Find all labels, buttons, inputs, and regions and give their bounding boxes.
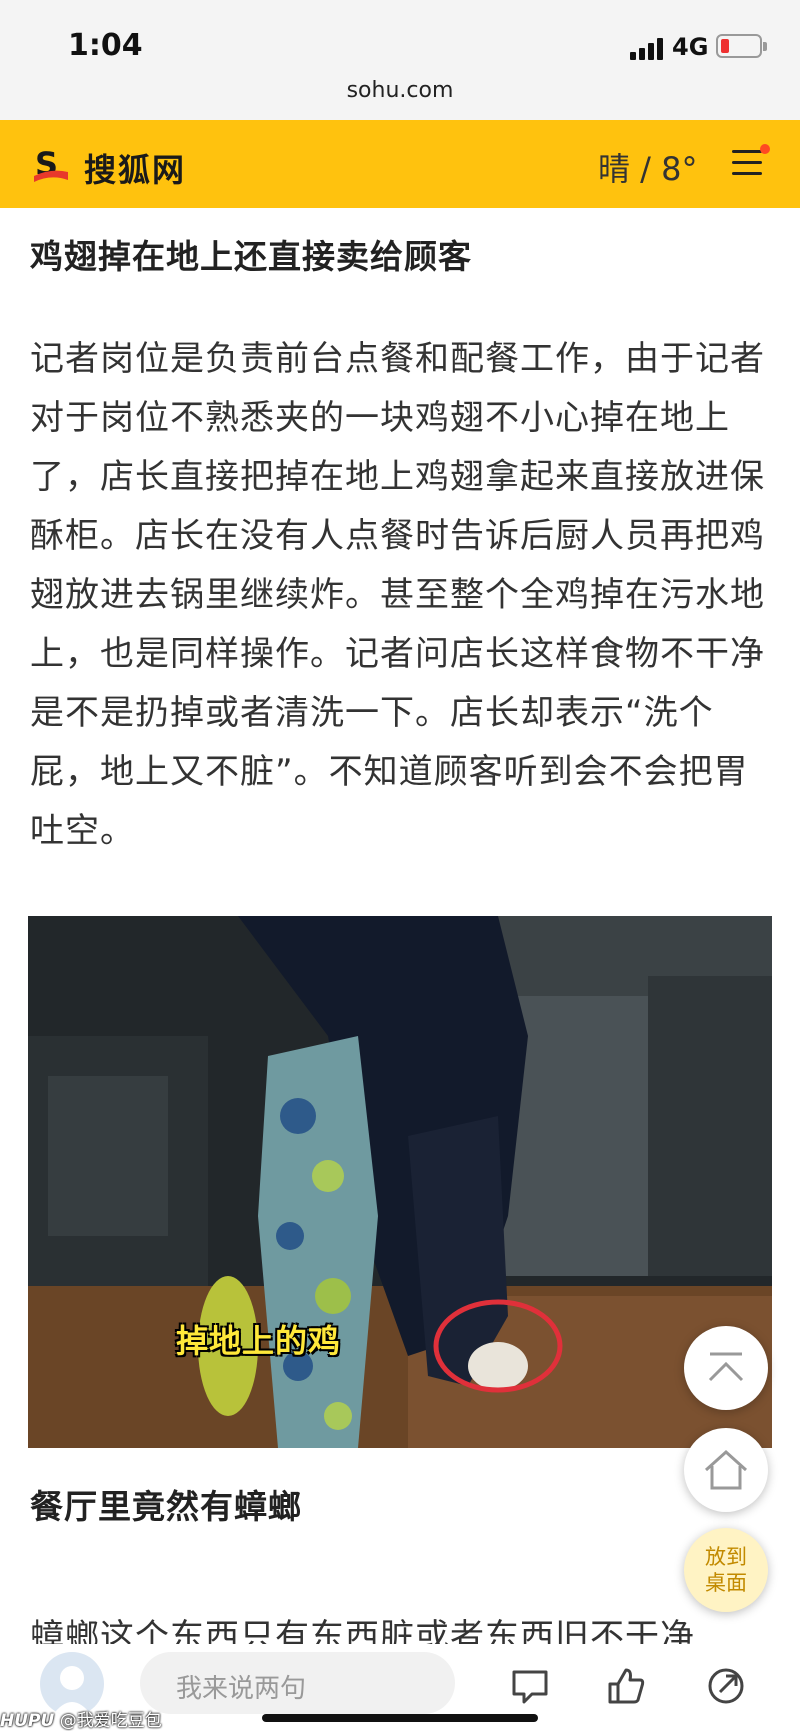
sohu-logo-icon[interactable]: S [30,142,72,184]
status-time: 1:04 [68,28,143,63]
battery-icon [716,34,767,58]
comment-icon[interactable] [508,1664,552,1708]
watermark: HUPU @我爱吃豆包 [0,1711,162,1731]
network-type: 4G [672,33,709,61]
comment-placeholder: 我来说两句 [176,1674,307,1704]
menu-icon[interactable] [732,150,764,176]
home-button[interactable] [684,1428,768,1512]
back-to-top-button[interactable] [684,1326,768,1410]
arrow-up-icon [708,1352,744,1382]
brand-name[interactable]: 搜狐网 [84,145,186,191]
add-to-desktop-button[interactable]: 放到 桌面 [684,1528,768,1612]
article-paragraph: 记者岗位是负责前台点餐和配餐工作，由于记者对于岗位不熟悉夹的一块鸡翅不小心掉在地… [30,339,765,851]
section-title: 鸡翅掉在地上还直接卖给顾客 [30,237,472,276]
image-caption: 掉地上的鸡 [176,1322,342,1360]
add-to-desktop-label: 放到 桌面 [705,1545,747,1595]
notification-dot [760,144,770,154]
home-indicator[interactable] [262,1714,538,1722]
like-icon[interactable] [604,1664,648,1708]
signal-icon [630,38,664,60]
home-icon [704,1449,748,1490]
article-image[interactable] [28,916,772,1448]
share-icon[interactable] [704,1664,748,1708]
section-title-2: 餐厅里竟然有蟑螂 [30,1487,302,1526]
weather-label: 晴 / 8° [598,150,698,188]
comment-input[interactable]: 我来说两句 [140,1652,455,1714]
status-bar: 1:04 4G sohu.com [0,0,800,120]
url-label[interactable]: sohu.com [0,78,800,103]
site-header: S 搜狐网 晴 / 8° [0,120,800,208]
